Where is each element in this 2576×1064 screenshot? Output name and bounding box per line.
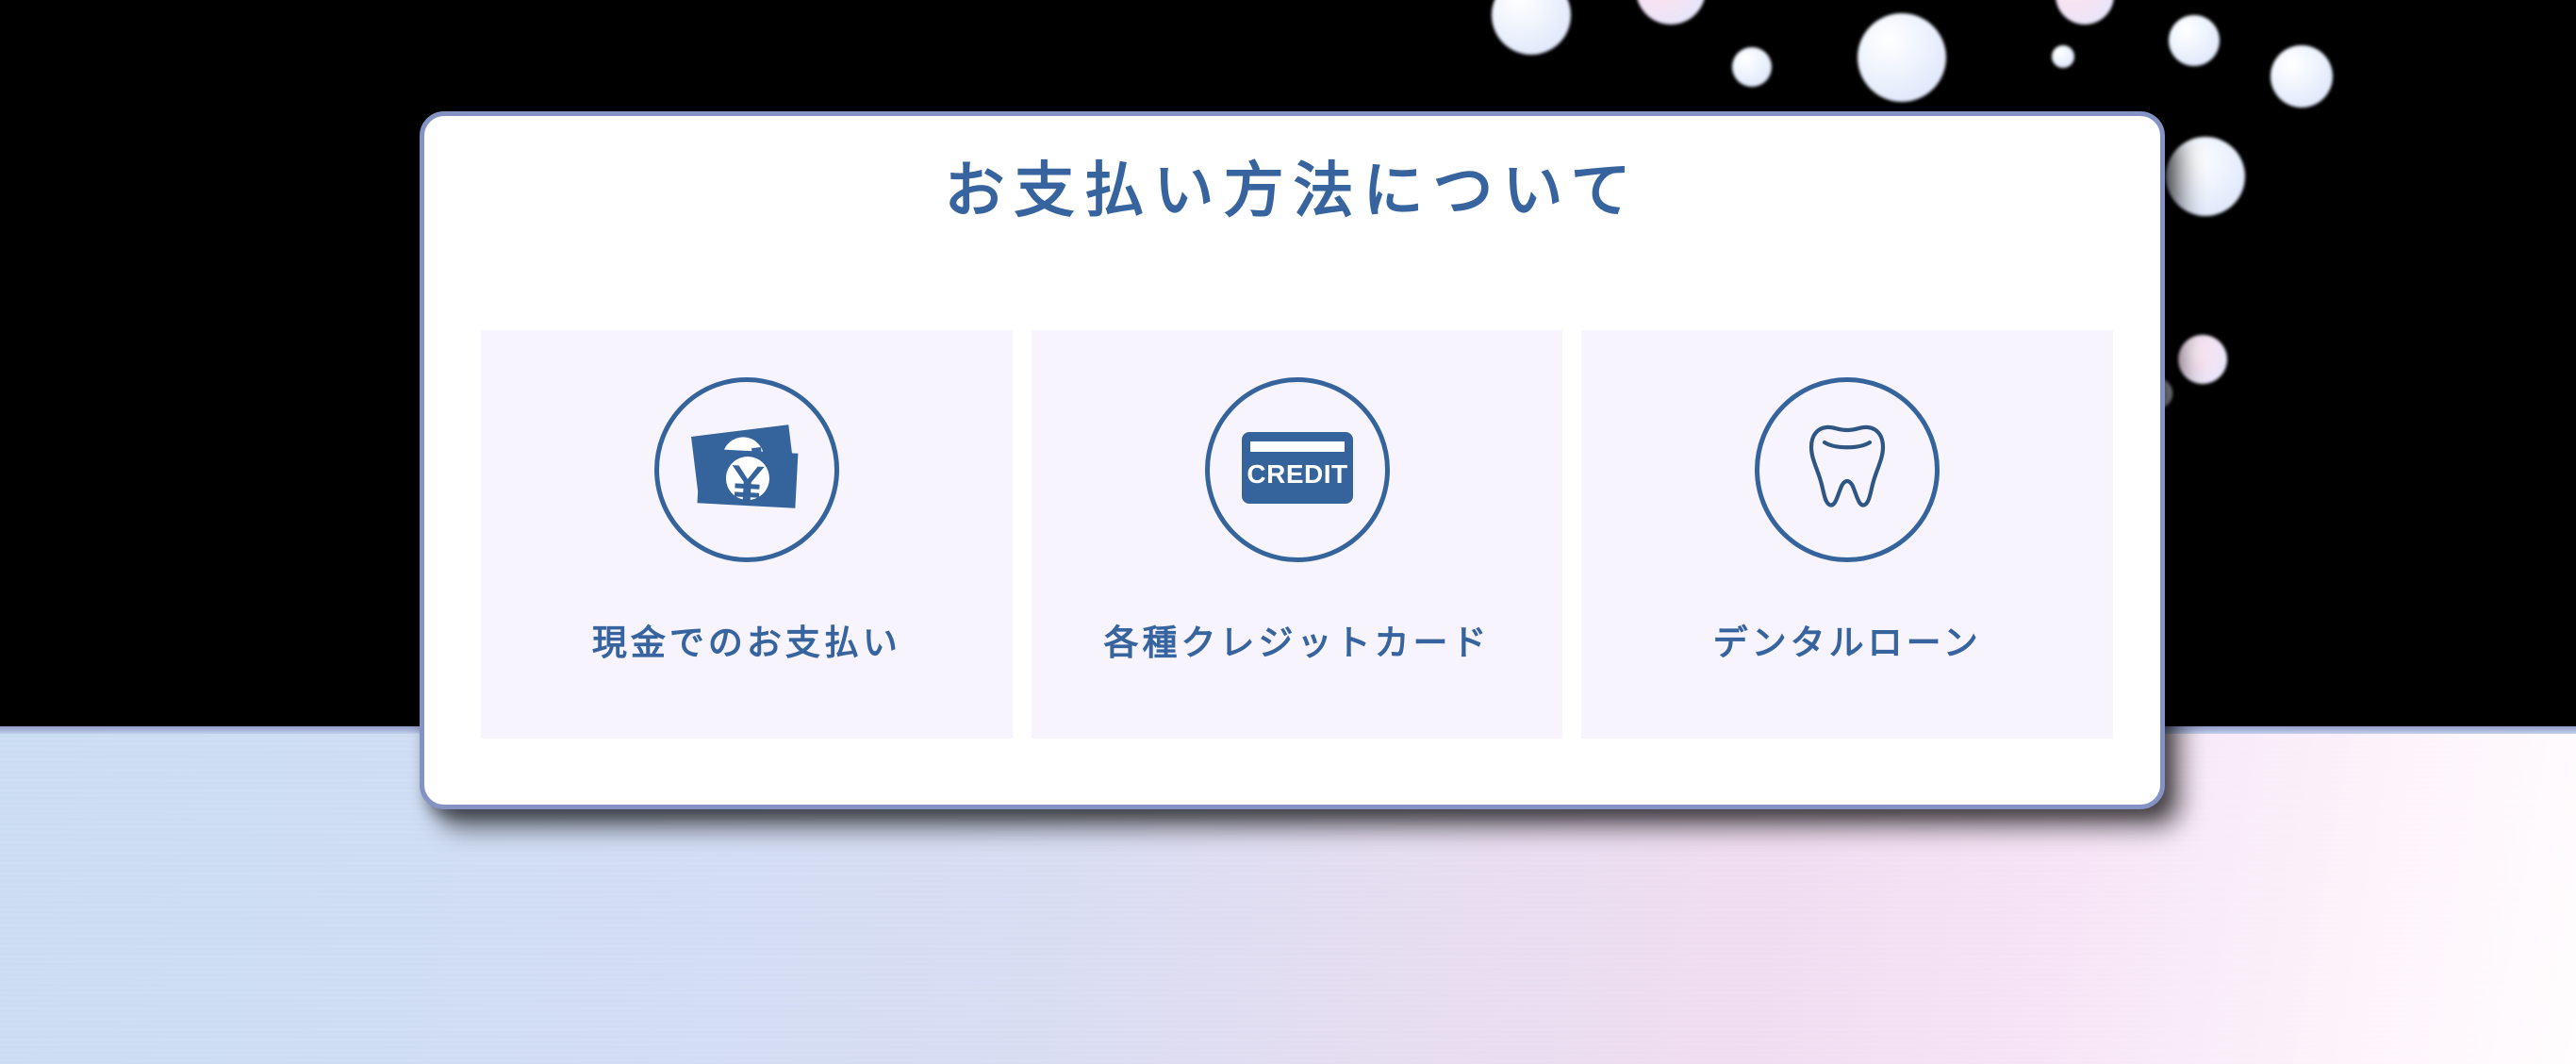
bokeh-circle — [2169, 15, 2220, 66]
cash-icon-ring — [653, 377, 839, 562]
bokeh-circle — [1732, 47, 1772, 87]
payment-methods-grid: 現金でのお支払い CREDIT 各種クレジットカード デンタルローン — [481, 330, 2114, 739]
tooth-icon — [1807, 423, 1888, 518]
bokeh-circle — [2052, 45, 2074, 68]
bokeh-circle — [2166, 137, 2245, 216]
payment-method-credit-card[interactable]: CREDIT 各種クレジットカード — [1031, 330, 1563, 739]
cash-banknotes-yen-icon — [689, 415, 804, 525]
page-title: お支払い方法について — [944, 158, 1641, 224]
payment-method-cash[interactable]: 現金でのお支払い — [481, 330, 1013, 739]
credit-card-text: CREDIT — [1247, 459, 1347, 489]
bokeh-circle — [2178, 335, 2227, 384]
bokeh-circle — [2056, 0, 2114, 25]
payment-info-card: お支払い方法について 現金でのお支払い CREDIT 各種クレジットカード デン… — [420, 111, 2165, 809]
tooth-icon-ring — [1755, 377, 1940, 562]
credit-card-icon-ring: CREDIT — [1204, 377, 1390, 562]
credit-card-icon: CREDIT — [1241, 431, 1353, 508]
bokeh-circle — [1492, 0, 1571, 55]
payment-method-label: 現金でのお支払い — [591, 624, 901, 663]
payment-method-label: デンタルローン — [1712, 624, 1982, 663]
payment-method-dental-loan[interactable]: デンタルローン — [1581, 330, 2114, 739]
payment-method-label: 各種クレジットカード — [1103, 624, 1491, 663]
bokeh-circle — [1636, 0, 1706, 25]
screenshot-stage: お支払い方法について 現金でのお支払い CREDIT 各種クレジットカード デン… — [0, 0, 2576, 1064]
bokeh-circle — [2271, 45, 2333, 108]
bokeh-circle — [1858, 13, 1946, 102]
